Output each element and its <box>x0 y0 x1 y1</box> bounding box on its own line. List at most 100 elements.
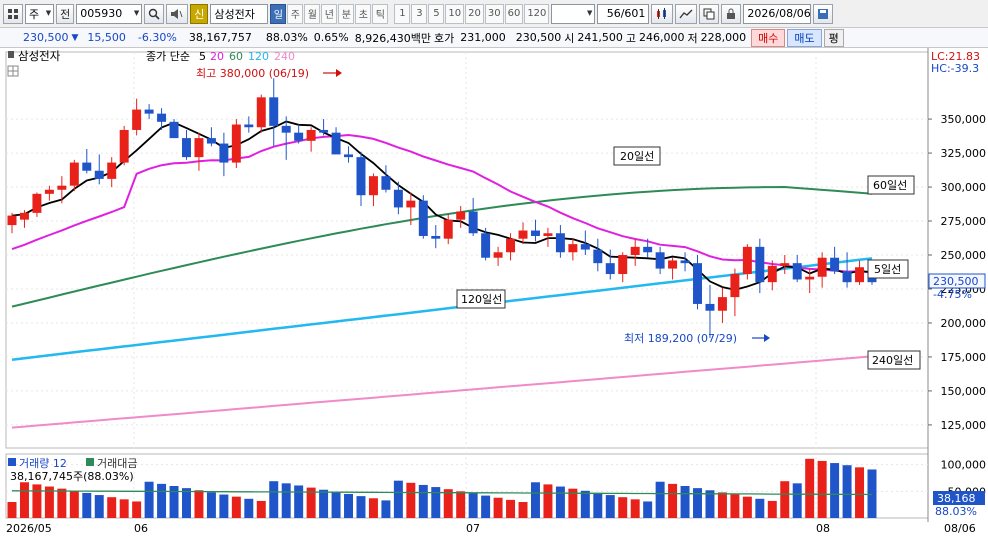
volume-bar <box>344 494 354 518</box>
n-button-3[interactable]: 3 <box>411 3 428 24</box>
volume-bar <box>742 496 752 518</box>
volume-bar <box>543 484 553 518</box>
candle-body <box>356 157 366 196</box>
n-button-60[interactable]: 60 <box>504 3 524 24</box>
date-tick-2026-05: 2026/05 <box>6 522 52 535</box>
price-tag: 230,500 <box>933 275 979 288</box>
ma120-label-box: 120일선 <box>456 289 506 309</box>
sell-button[interactable]: 매도 <box>787 28 822 47</box>
ma60-label: 60일선 <box>873 178 907 192</box>
custom-period-select[interactable] <box>551 3 596 24</box>
chart-type-icon[interactable] <box>651 3 674 24</box>
n-button-20[interactable]: 20 <box>465 3 484 24</box>
volume-bar <box>817 460 827 518</box>
candle-body <box>194 138 204 158</box>
period-type-select[interactable]: 주 <box>25 3 55 24</box>
period-week-button[interactable]: 주 <box>287 3 304 24</box>
prev-button[interactable]: 전 <box>56 3 75 24</box>
price-tick-label: 300,000 <box>941 181 987 194</box>
chart-menu-icon[interactable] <box>8 51 14 58</box>
candle-body <box>568 244 578 253</box>
volume-bar <box>256 500 266 518</box>
stock-code-input[interactable]: 005930 <box>76 3 143 24</box>
volume-bar <box>530 482 540 518</box>
volume-bar <box>356 496 366 518</box>
period-day-button[interactable]: 일 <box>270 3 287 24</box>
period-month-button[interactable]: 월 <box>304 3 321 24</box>
quote-bar: 230,500 ▼ 15,500 -6.30% 38,167,757 88.03… <box>0 28 988 48</box>
chart-toolbar: 주 전 005930 신 삼성전자 일 주 월 년 분 초 틱 1 3 5 10… <box>0 0 988 28</box>
volume-bar <box>182 488 191 518</box>
n-button-5[interactable]: 5 <box>428 3 445 24</box>
volume-bar <box>206 492 216 518</box>
volume-bar <box>655 481 665 518</box>
volume-bar <box>481 495 491 518</box>
candle-body <box>393 189 403 208</box>
number-buttons: 1 3 5 10 20 30 60 120 <box>394 3 550 24</box>
lock-icon[interactable] <box>721 3 742 24</box>
magnifier-icon[interactable] <box>144 3 165 24</box>
volume-bar <box>381 500 391 518</box>
candle-body <box>157 113 167 122</box>
n-button-120[interactable]: 120 <box>524 3 550 24</box>
candle-body <box>481 233 491 258</box>
candle-body <box>306 129 316 141</box>
bar-count-field[interactable]: 56/601 <box>597 3 650 24</box>
legend-ma20: 20 <box>210 50 224 63</box>
price-tick-label: 150,000 <box>941 385 987 398</box>
volume-bar <box>805 458 815 518</box>
low-price: 228,000 <box>700 31 747 44</box>
ma5-label-box: 5일선 <box>867 259 909 279</box>
ma20-label-box: 20일선 <box>613 146 661 166</box>
period-second-button[interactable]: 초 <box>355 3 372 24</box>
ask-label: 호가 <box>433 31 455 45</box>
candle-body <box>543 233 553 236</box>
n-button-1[interactable]: 1 <box>394 3 411 24</box>
indicator-icon[interactable] <box>675 3 698 24</box>
grid-menu-icon[interactable] <box>3 3 23 24</box>
volume-bar <box>406 482 416 518</box>
volume-bar <box>431 487 441 518</box>
change-rate: -6.30% <box>137 31 177 44</box>
n-button-10[interactable]: 10 <box>445 3 465 24</box>
date-field[interactable]: 2026/08/06 <box>743 3 812 24</box>
volume-bar <box>830 463 840 518</box>
volume-bar <box>730 494 740 518</box>
stock-name-field[interactable]: 삼성전자 <box>210 3 269 24</box>
volume-bar <box>456 491 466 518</box>
volume-bar <box>119 499 129 518</box>
candle-body <box>493 252 503 258</box>
candle-body <box>107 162 117 179</box>
candle-body <box>855 267 865 283</box>
eval-button[interactable]: 평 <box>823 28 844 47</box>
period-tick-button[interactable]: 틱 <box>372 3 389 24</box>
buy-button[interactable]: 매수 <box>751 28 786 47</box>
volume-bar <box>767 500 777 518</box>
price-tick-label: 350,000 <box>941 113 987 126</box>
period-minute-button[interactable]: 분 <box>338 3 355 24</box>
candle-body <box>755 246 765 283</box>
candle-body <box>655 252 665 269</box>
volume: 38,167,757 <box>188 31 252 44</box>
candle-body <box>693 263 702 304</box>
candle-body <box>344 154 354 158</box>
volume-bar <box>32 484 42 518</box>
candle-body <box>780 263 790 266</box>
ma240-label: 240일선 <box>872 353 913 367</box>
period-year-button[interactable]: 년 <box>321 3 338 24</box>
candle-body <box>680 260 690 264</box>
copy-icon[interactable] <box>699 3 720 24</box>
date-tick-08: 08 <box>816 522 830 535</box>
chart-title: 삼성전자 <box>18 49 61 63</box>
candle-body <box>643 246 653 253</box>
candle-body <box>82 162 92 171</box>
candle-body <box>830 257 840 272</box>
candle-body <box>742 246 752 275</box>
change-amount: 15,500 <box>87 31 126 44</box>
speaker-icon[interactable] <box>166 3 189 24</box>
save-icon[interactable] <box>813 3 834 24</box>
n-button-30[interactable]: 30 <box>484 3 504 24</box>
candle-body <box>805 276 815 280</box>
volume-bar <box>132 501 142 518</box>
chart-area[interactable]: 350,000325,000300,000275,000250,000225,0… <box>0 48 988 538</box>
